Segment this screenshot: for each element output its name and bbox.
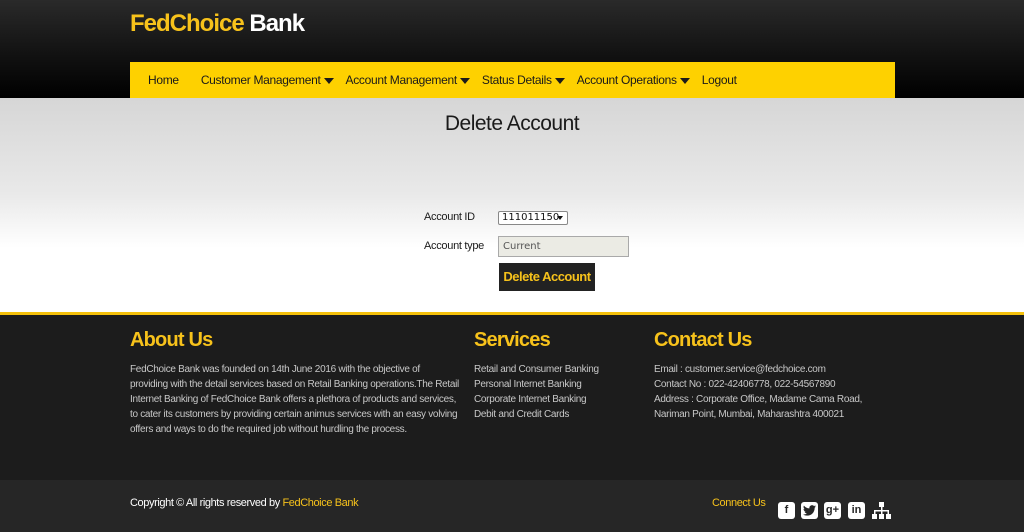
account-id-select[interactable]: 111011150	[498, 211, 568, 225]
about-title: About Us	[130, 329, 213, 351]
nav-item-label: Home	[148, 73, 179, 87]
google-plus-icon[interactable]: g+	[824, 502, 841, 519]
linkedin-icon[interactable]: in	[848, 502, 865, 519]
site-header: FedChoice Bank Home Customer Management …	[0, 0, 1024, 98]
account-type-field[interactable]: Current	[498, 236, 629, 257]
service-item[interactable]: Personal Internet Banking	[474, 377, 644, 392]
nav-item-label: Logout	[701, 73, 737, 87]
connect-us-label: Connect Us	[712, 497, 766, 509]
contact-title: Contact Us	[654, 329, 752, 351]
contact-section: Contact Us Email : customer.service@fedc…	[654, 329, 894, 422]
logo-brand: FedChoice	[130, 10, 245, 37]
twitter-icon[interactable]	[801, 502, 818, 519]
nav-item-label: Account Management	[345, 73, 458, 87]
nav-item-label: Status Details	[481, 73, 552, 87]
chevron-down-icon	[679, 78, 690, 84]
delete-account-button[interactable]: Delete Account	[499, 263, 595, 291]
chevron-down-icon	[459, 78, 470, 84]
copyright-label: Copyright © All rights reserved by	[130, 497, 283, 509]
account-type-label: Account type	[424, 240, 484, 252]
copyright-text: Copyright © All rights reserved by FedCh…	[130, 497, 359, 509]
contact-address-line: Nariman Point, Mumbai, Maharashtra 40002…	[654, 409, 845, 420]
site-footer: About Us FedChoice Bank was founded on 1…	[0, 315, 1024, 480]
nav-item-label: Account Operations	[576, 73, 677, 87]
facebook-icon[interactable]: f	[778, 502, 795, 519]
bottom-bar: Copyright © All rights reserved by FedCh…	[0, 480, 1024, 532]
contact-address-line: Address : Corporate Office, Madame Cama …	[654, 394, 863, 405]
chevron-down-icon	[557, 216, 563, 220]
main-nav: Home Customer Management Account Managem…	[130, 62, 895, 98]
chevron-down-icon	[554, 78, 565, 84]
logo-suffix: Bank	[243, 10, 305, 37]
contact-list: Email : customer.service@fedchoice.com C…	[654, 362, 894, 422]
main-content: Delete Account Account ID 111011150 Acco…	[0, 98, 1024, 312]
site-logo[interactable]: FedChoice Bank	[130, 10, 305, 38]
services-title: Services	[474, 329, 551, 351]
copyright-bank-link[interactable]: FedChoice Bank	[282, 497, 358, 509]
nav-item-account-operations[interactable]: Account Operations	[577, 73, 690, 87]
contact-email: Email : customer.service@fedchoice.com	[654, 364, 826, 375]
contact-phone: Contact No : 022-42406778, 022-54567890	[654, 379, 836, 390]
nav-item-home[interactable]: Home	[148, 73, 179, 87]
nav-item-customer-management[interactable]: Customer Management	[201, 73, 334, 87]
services-list: Retail and Consumer Banking Personal Int…	[474, 362, 644, 422]
about-text: FedChoice Bank was founded on 14th June …	[130, 364, 459, 435]
nav-item-label: Customer Management	[200, 73, 321, 87]
page-title: Delete Account	[444, 112, 580, 135]
nav-item-account-management[interactable]: Account Management	[346, 73, 470, 87]
services-section: Services Retail and Consumer Banking Per…	[474, 329, 644, 422]
sitemap-icon[interactable]	[872, 502, 891, 519]
nav-item-status-details[interactable]: Status Details	[482, 73, 565, 87]
account-id-label: Account ID	[424, 211, 475, 223]
service-item[interactable]: Retail and Consumer Banking	[474, 362, 644, 377]
nav-item-logout[interactable]: Logout	[702, 73, 737, 87]
account-id-value: 111011150	[502, 212, 560, 223]
about-section: About Us FedChoice Bank was founded on 1…	[130, 329, 460, 437]
service-item[interactable]: Debit and Credit Cards	[474, 407, 644, 422]
service-item[interactable]: Corporate Internet Banking	[474, 392, 644, 407]
chevron-down-icon	[323, 78, 334, 84]
